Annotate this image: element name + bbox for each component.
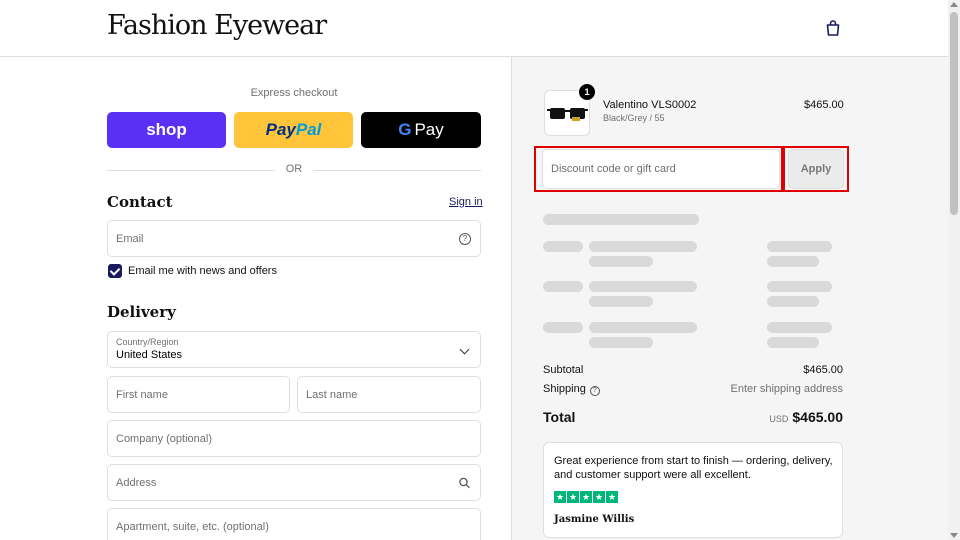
shipping-value: Enter shipping address	[730, 383, 843, 395]
email-placeholder: Email	[116, 232, 144, 245]
checkout-form: Express checkout shop Pay Pal G Pay OR Co…	[0, 57, 511, 540]
apartment-placeholder: Apartment, suite, etc. (optional)	[116, 520, 269, 533]
google-pay-label: Pay	[414, 120, 444, 139]
skeleton-bar	[767, 281, 832, 292]
skeleton-bar	[589, 296, 653, 307]
apartment-field[interactable]: Apartment, suite, etc. (optional)	[107, 508, 481, 540]
skeleton-bar	[767, 296, 819, 307]
skeleton-bar	[767, 322, 832, 333]
star-icon: ★	[606, 491, 618, 503]
order-summary: 1 Valentino VLS0002 Black/Grey / 55 $465…	[511, 57, 948, 540]
store-logo[interactable]: Fashion Eyewear	[107, 10, 327, 41]
product-variant: Black/Grey / 55	[603, 113, 665, 123]
skeleton-bar	[589, 256, 653, 267]
scroll-up-arrow-icon[interactable]	[950, 2, 958, 7]
or-divider: OR	[107, 163, 481, 177]
apply-button[interactable]: Apply	[788, 149, 844, 189]
star-icon: ★	[554, 491, 566, 503]
chevron-down-icon	[459, 344, 470, 355]
shop-pay-label: shop	[146, 120, 187, 139]
last-name-field[interactable]: Last name	[297, 376, 481, 413]
star-icon: ★	[593, 491, 605, 503]
skeleton-bar	[543, 214, 699, 225]
help-icon[interactable]: ?	[459, 232, 471, 245]
skeleton-bar	[589, 241, 697, 252]
total-amount: USD $465.00	[769, 409, 843, 427]
first-name-field[interactable]: First name	[107, 376, 290, 413]
news-checkbox[interactable]	[108, 264, 122, 278]
paypal-label-pay: Pay	[265, 120, 296, 139]
country-value: United States	[116, 349, 183, 361]
last-name-placeholder: Last name	[306, 388, 358, 401]
skeleton-bar	[767, 256, 819, 267]
shipping-label: Shipping	[543, 383, 586, 395]
review-card: Great experience from start to finish — …	[543, 442, 843, 538]
star-icon: ★	[580, 491, 592, 503]
skeleton-bar	[589, 337, 653, 348]
total-value: $465.00	[792, 409, 843, 425]
sign-in-link[interactable]: Sign in	[449, 196, 483, 208]
express-checkout-label: Express checkout	[250, 87, 338, 99]
address-field[interactable]: Address	[107, 464, 481, 501]
product-name: Valentino VLS0002	[603, 99, 697, 111]
review-text: Great experience from start to finish — …	[554, 455, 833, 481]
google-pay-button[interactable]: G Pay	[361, 112, 481, 148]
discount-input[interactable]: Discount code or gift card	[542, 149, 780, 189]
subtotal-label: Subtotal	[543, 364, 584, 376]
help-icon[interactable]: ?	[589, 386, 600, 396]
search-icon[interactable]	[459, 477, 470, 488]
star-icon: ★	[567, 491, 579, 503]
first-name-placeholder: First name	[116, 388, 168, 401]
shopping-bag-icon[interactable]	[824, 19, 842, 37]
contact-title: Contact	[107, 193, 173, 211]
address-placeholder: Address	[116, 476, 157, 489]
star-rating: ★ ★ ★ ★ ★	[554, 491, 618, 503]
paypal-label-pal: Pal	[295, 120, 322, 139]
skeleton-bar	[589, 281, 697, 292]
total-currency: USD	[769, 414, 789, 424]
scrollbar-thumb[interactable]	[950, 12, 958, 215]
subtotal-value: $465.00	[803, 364, 843, 376]
country-select[interactable]: Country/Region United States	[107, 331, 481, 368]
quantity-badge: 1	[579, 84, 595, 100]
or-line-right	[313, 170, 481, 171]
skeleton-bar	[767, 337, 819, 348]
country-label: Country/Region	[116, 337, 179, 347]
or-label: OR	[285, 163, 303, 175]
company-field[interactable]: Company (optional)	[107, 420, 481, 457]
skeleton-bar	[767, 241, 832, 252]
scroll-down-arrow-icon[interactable]	[950, 533, 958, 538]
shipping-label-row: Shipping?	[543, 383, 600, 396]
google-g-icon: G	[398, 120, 412, 139]
reviewer-name: Jasmine Willis	[554, 514, 635, 525]
news-checkbox-label[interactable]: Email me with news and offers	[128, 265, 277, 277]
shop-pay-button[interactable]: shop	[107, 112, 226, 148]
skeleton-bar	[543, 281, 583, 292]
page-scrollbar[interactable]	[948, 0, 960, 540]
header: Fashion Eyewear	[0, 0, 948, 57]
delivery-title: Delivery	[107, 303, 176, 321]
skeleton-bar	[543, 322, 583, 333]
product-price: $465.00	[804, 99, 844, 111]
skeleton-bar	[589, 322, 697, 333]
total-label: Total	[543, 409, 576, 425]
discount-placeholder: Discount code or gift card	[551, 163, 676, 175]
email-field[interactable]: Email ?	[107, 220, 481, 257]
company-placeholder: Company (optional)	[116, 432, 212, 445]
paypal-button[interactable]: Pay Pal	[234, 112, 353, 148]
skeleton-bar	[543, 241, 583, 252]
